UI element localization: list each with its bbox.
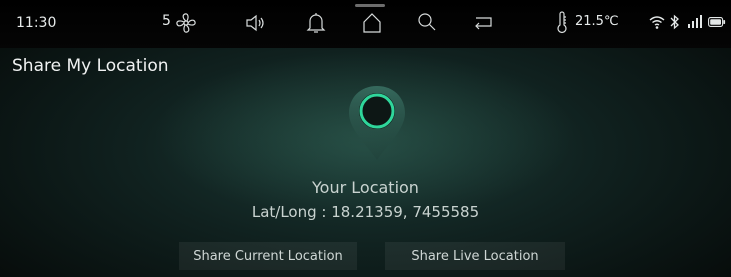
drag-handle[interactable]: [355, 4, 385, 7]
home-icon[interactable]: [361, 11, 383, 35]
location-pin-icon: [349, 86, 405, 160]
share-live-location-button[interactable]: Share Live Location: [385, 242, 565, 270]
share-current-location-button[interactable]: Share Current Location: [179, 242, 357, 270]
share-location-screen: 11:30 5 21.5℃ Share My Location Your Loc…: [0, 0, 731, 277]
temperature-readout: 21.5℃: [575, 14, 619, 29]
volume-icon[interactable]: [244, 12, 268, 34]
wifi-icon: [649, 16, 665, 29]
status-bar: 11:30 5 21.5℃: [0, 0, 731, 48]
bell-icon[interactable]: [305, 11, 327, 35]
location-label: Your Location: [312, 178, 419, 197]
fan-icon[interactable]: [175, 12, 197, 34]
clock: 11:30: [16, 15, 57, 31]
page-title: Share My Location: [12, 56, 169, 76]
bluetooth-icon: [670, 14, 679, 30]
battery-icon: [708, 17, 726, 27]
back-icon[interactable]: [471, 12, 495, 32]
signal-icon: [688, 15, 702, 28]
fan-speed-value[interactable]: 5: [162, 13, 171, 29]
thermometer-icon: [557, 11, 567, 33]
location-coordinates: Lat/Long : 18.21359, 7455585: [251, 203, 480, 221]
search-icon[interactable]: [416, 11, 438, 33]
